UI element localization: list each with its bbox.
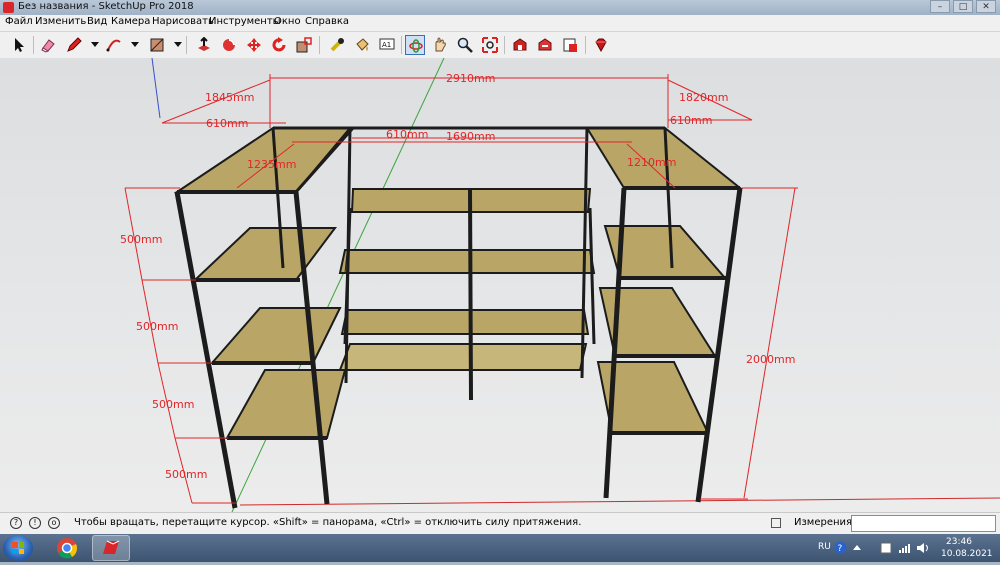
model-canvas[interactable]: 2910mm 1845mm 1820mm 610mm 610mm 610mm 1… [0,58,1000,512]
menu-help[interactable]: Справка [305,16,349,27]
select-icon[interactable] [9,35,29,55]
volume-icon[interactable] [916,542,930,554]
scale-icon[interactable] [294,35,314,55]
tape-measure-icon[interactable] [327,35,347,55]
red-axis-line [239,497,1000,506]
taskbar-sketchup[interactable] [92,535,130,561]
dim-center-span: 1690mm [446,130,495,143]
eraser-icon[interactable] [38,35,58,55]
dim-shelf-gap-1: 500mm [120,233,162,246]
dim-left-shelf-width: 610mm [206,117,248,130]
model-viewport[interactable]: 2910mm 1845mm 1820mm 610mm 610mm 610mm 1… [0,58,1000,512]
orbit-icon[interactable] [405,35,425,55]
move-icon[interactable] [244,35,264,55]
measurements-label: Измерения [794,517,853,528]
menu-file[interactable]: Файл [5,16,33,27]
taskbar: RU ? 23:46 10.08.2021 [0,534,1000,562]
toolbar-separator [585,36,586,54]
extension-warehouse-icon[interactable] [535,35,555,55]
status-hint: Чтобы вращать, перетащите курсор. «Shift… [74,517,582,528]
menu-bar: Файл Изменить Вид Камера Нарисовать Инст… [0,15,1000,32]
rectangle-dropdown-icon[interactable] [174,42,182,47]
center-shelf-unit [338,187,596,401]
windows-logo-icon [12,542,24,554]
layout-icon[interactable] [560,35,580,55]
dim-shelf-gap-4: 500mm [165,468,207,481]
network-icon[interactable] [898,542,912,554]
window-controls: – □ ✕ [930,0,996,15]
svg-text:?: ? [838,544,843,554]
arc-dropdown-icon[interactable] [131,42,139,47]
toolbar-separator [504,36,505,54]
dim-shelf-gap-3: 500mm [152,398,194,411]
toolbar-separator [401,36,402,54]
menu-tools[interactable]: Инструменты [209,16,281,27]
measurements-input[interactable] [851,515,996,532]
close-button[interactable]: ✕ [976,0,996,13]
language-indicator[interactable]: RU [818,542,831,552]
dim-right-shelf-width: 610mm [670,114,712,127]
dim-shelf-gap-2: 500mm [136,320,178,333]
geo-location-icon[interactable]: ! [29,517,41,529]
pencil-icon[interactable] [64,35,84,55]
ruby-icon[interactable] [591,35,611,55]
follow-me-icon[interactable] [219,35,239,55]
rectangle-icon[interactable] [147,35,167,55]
title-bar: Без названия - SketchUp Pro 2018 – □ ✕ [0,0,1000,15]
dim-center-shelf-width: 610mm [386,128,428,141]
clock-date[interactable]: 10.08.2021 [941,549,993,559]
zoom-icon[interactable] [455,35,475,55]
toolbar-separator [186,36,187,54]
help-icon[interactable]: ? [834,541,847,554]
flag-icon[interactable] [880,542,892,554]
pan-icon[interactable] [430,35,450,55]
toolbar: A1 [0,32,1000,59]
menu-view[interactable]: Вид [87,16,107,27]
text-icon[interactable]: A1 [377,35,397,55]
tray-arrow-icon[interactable] [852,543,862,552]
clock-time[interactable]: 23:46 [946,537,972,547]
toolbar-separator [319,36,320,54]
pencil-dropdown-icon[interactable] [91,42,99,47]
menu-camera[interactable]: Камера [111,16,150,27]
blue-axis-line [151,58,161,119]
dim-right-depth: 1820mm [679,91,728,104]
rotate-icon[interactable] [269,35,289,55]
3d-warehouse-icon[interactable] [510,35,530,55]
dim-left-inner: 1235mm [247,158,296,171]
dim-height-total: 2000mm [746,353,795,366]
resize-grip-icon[interactable] [771,518,781,528]
zoom-extents-icon[interactable] [480,35,500,55]
start-button[interactable] [3,535,33,561]
dim-left-depth: 1845mm [205,91,254,104]
taskbar-chrome[interactable] [48,535,86,561]
menu-draw[interactable]: Нарисовать [152,16,214,27]
paint-bucket-icon[interactable] [352,35,372,55]
left-shelf-unit [173,127,353,509]
system-tray: RU ? 23:46 10.08.2021 [800,534,1000,562]
credits-icon[interactable]: o [48,517,60,529]
arc-icon[interactable] [104,35,124,55]
dim-right-inner: 1210mm [627,156,676,169]
dim-total-width: 2910mm [446,72,495,85]
green-axis-line [231,58,445,512]
sketchup-logo-icon [3,2,14,13]
menu-edit[interactable]: Изменить [35,16,86,27]
push-pull-icon[interactable] [194,35,214,55]
maximize-button[interactable]: □ [953,0,973,13]
window-title: Без названия - SketchUp Pro 2018 [18,1,194,12]
info-icon[interactable]: ? [10,517,22,529]
toolbar-separator [33,36,34,54]
minimize-button[interactable]: – [930,0,950,13]
right-shelf-unit [580,127,743,503]
menu-window[interactable]: Окно [274,16,301,27]
svg-text:A1: A1 [382,41,391,49]
status-bar: ? ! o Чтобы вращать, перетащите курсор. … [0,512,1000,535]
